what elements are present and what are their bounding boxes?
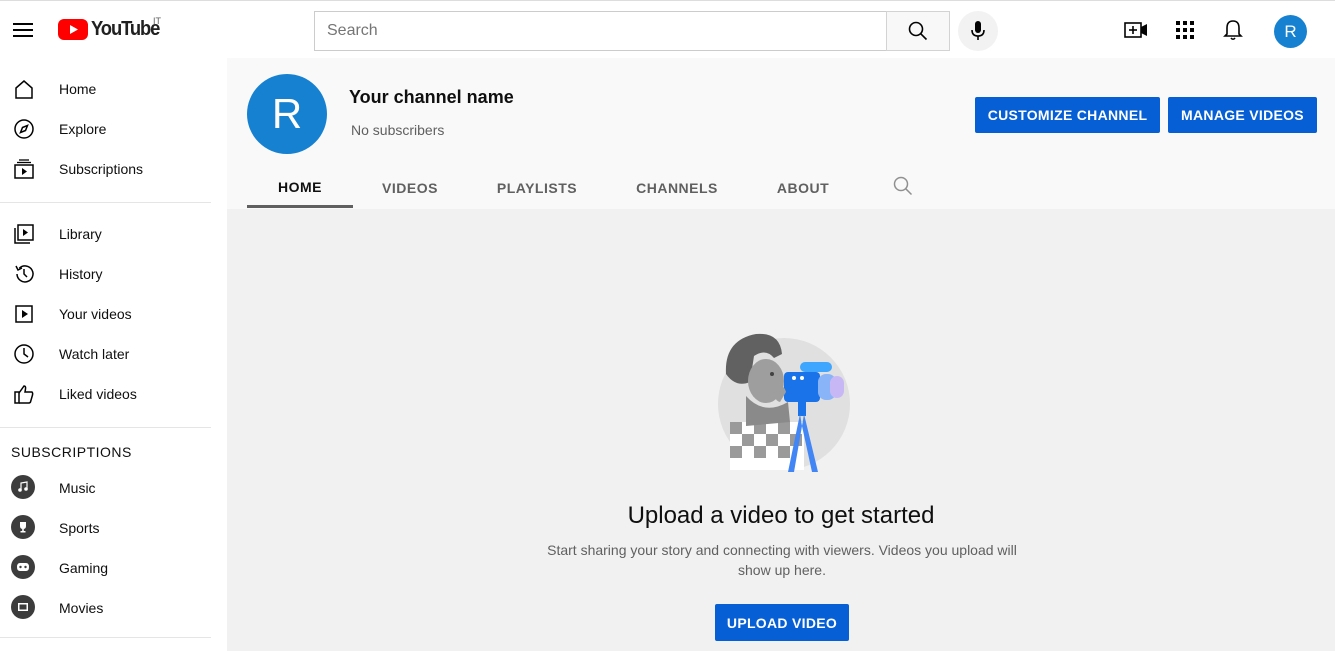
search-input[interactable] — [314, 11, 887, 51]
search-icon — [908, 21, 928, 41]
music-note-icon — [11, 475, 35, 499]
sidebar-item-label: Movies — [59, 600, 104, 616]
sidebar-divider — [0, 637, 211, 638]
sidebar-item-label: History — [59, 266, 103, 282]
sidebar-item-home[interactable]: Home — [0, 69, 211, 109]
sidebar-item-label: Subscriptions — [59, 161, 144, 177]
sidebar-item-watch-later[interactable]: Watch later — [0, 334, 211, 374]
sidebar-item-label: Music — [59, 480, 96, 496]
logo-text: YouTube — [91, 18, 160, 40]
sidebar-item-label: Gaming — [59, 560, 109, 576]
menu-button[interactable] — [8, 15, 38, 45]
country-code: IT — [153, 16, 161, 26]
apps-button[interactable] — [1172, 16, 1198, 44]
sidebar-divider — [0, 202, 211, 203]
compass-icon — [12, 117, 36, 141]
sidebar-item-your-videos[interactable]: Your videos — [0, 294, 211, 334]
subscriber-count: No subscribers — [351, 122, 445, 138]
voice-search-button[interactable] — [958, 11, 998, 51]
sidebar-item-label: Sports — [59, 520, 100, 536]
tab-home[interactable]: HOME — [247, 168, 353, 208]
sidebar-subscription-music[interactable]: Music — [0, 468, 211, 508]
channel-name: Your channel name — [349, 87, 514, 107]
empty-state-title: Upload a video to get started — [627, 502, 935, 529]
channel-search-button[interactable] — [891, 174, 915, 198]
sidebar-subscription-movies[interactable]: Movies — [0, 588, 211, 628]
channel-avatar[interactable]: R — [247, 74, 327, 154]
sidebar-divider — [0, 427, 211, 428]
upload-illustration — [718, 333, 850, 472]
menu-icon — [13, 23, 33, 37]
sidebar-item-library[interactable]: Library — [0, 214, 211, 254]
subscriptions-icon — [12, 157, 36, 181]
upload-video-button[interactable]: UPLOAD VIDEO — [715, 604, 849, 641]
tab-channels[interactable]: CHANNELS — [621, 168, 733, 208]
sidebar-item-history[interactable]: History — [0, 254, 211, 294]
empty-state-description: Start sharing your story and connecting … — [547, 542, 1017, 578]
channel-header: R Your channel name No subscribers CUSTO… — [227, 58, 1335, 209]
trophy-icon — [11, 515, 35, 539]
play-icon — [12, 302, 36, 326]
tab-playlists[interactable]: PLAYLISTS — [483, 168, 591, 208]
account-avatar[interactable]: R — [1274, 15, 1307, 48]
thumbs-up-icon — [12, 382, 36, 406]
subscriptions-section-title: SUBSCRIPTIONS — [11, 444, 132, 460]
youtube-logo[interactable]: YouTube — [58, 18, 165, 41]
mic-icon — [971, 21, 985, 40]
tab-about[interactable]: ABOUT — [763, 168, 843, 208]
notifications-button[interactable] — [1220, 16, 1246, 44]
bell-icon — [1223, 20, 1243, 41]
gamepad-icon — [11, 555, 35, 579]
library-icon — [12, 222, 36, 246]
sidebar-item-liked-videos[interactable]: Liked videos — [0, 374, 211, 414]
search-icon — [893, 176, 913, 196]
clock-icon — [12, 342, 36, 366]
customize-channel-button[interactable]: CUSTOMIZE CHANNEL — [975, 97, 1160, 133]
search-button[interactable] — [886, 11, 950, 51]
apps-icon — [1176, 21, 1194, 39]
sidebar-subscription-gaming[interactable]: Gaming — [0, 548, 211, 588]
sidebar-item-label: Your videos — [59, 306, 132, 322]
create-button[interactable] — [1123, 16, 1149, 44]
sidebar: Home Explore Subscriptions Library Histo… — [0, 58, 227, 651]
sidebar-subscription-sports[interactable]: Sports — [0, 508, 211, 548]
film-icon — [11, 595, 35, 619]
sidebar-item-label: Explore — [59, 121, 107, 137]
sidebar-item-label: Liked videos — [59, 386, 137, 402]
sidebar-item-subscriptions[interactable]: Subscriptions — [0, 149, 211, 189]
manage-videos-button[interactable]: MANAGE VIDEOS — [1168, 97, 1317, 133]
home-icon — [12, 77, 36, 101]
youtube-play-logo-icon — [58, 19, 88, 40]
tab-videos[interactable]: VIDEOS — [367, 168, 453, 208]
sidebar-item-label: Home — [59, 81, 97, 97]
sidebar-item-label: Watch later — [59, 346, 130, 362]
main-content: R Your channel name No subscribers CUSTO… — [227, 58, 1335, 651]
sidebar-item-explore[interactable]: Explore — [0, 109, 211, 149]
top-bar: YouTube IT Search R — [0, 0, 1335, 58]
sidebar-item-label: Library — [59, 226, 102, 242]
create-video-icon — [1124, 22, 1147, 38]
history-icon — [12, 262, 36, 286]
